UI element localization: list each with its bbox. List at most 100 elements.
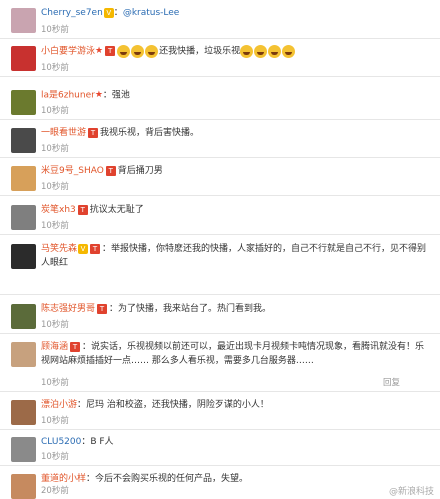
comment-body: 漂泊小游：尼玛 治和校盗，还我快播，阴险歹谋的小人！ [41,398,432,412]
comment-item: 炭笔xh3 T 抗议太无耻了 10秒前 [0,199,440,235]
username-link[interactable]: 陈志强好男哥 [41,304,95,314]
comment-item: 陈志强好男哥 T ：为了快播，我来站台了。热门看到我。 10秒前 [0,298,440,334]
timestamp: 10秒前 [41,25,69,35]
member-icon: T [105,46,116,56]
avatar[interactable] [11,304,36,329]
timestamp: 10秒前 [41,320,69,330]
username-link[interactable]: 董道的小样 [41,474,86,484]
comment-text: ：B F人 [81,437,114,447]
avatar[interactable] [11,244,36,269]
comment-item: 董道的小样：今后不会购买乐视的任何产品，失望。 20秒前 [0,468,440,499]
comment-item: 漂泊小游：尼玛 治和校盗，还我快播，阴险歹谋的小人！ 10秒前 [0,394,440,430]
comment-text: 我视乐视，背后害快播。 [100,128,200,138]
avatar[interactable] [11,342,36,367]
username-link[interactable]: 炭笔xh3 [41,205,76,215]
avatar[interactable] [11,8,36,33]
timestamp: 10秒前 [41,144,69,154]
comment-item: la是6zhuner★：强池 10秒前 [0,84,440,120]
avatar[interactable] [11,437,36,462]
comment-item: 米豆9号_SHAO T 背后捅刀男 10秒前 [0,160,440,196]
comment-item: 马笑先森 V T ：举报快播，你特麽还我的快播，人家插好的，自己不行就是自己不行，见不… [0,238,440,295]
comment-item: CLU5200：B F人 10秒前 [0,431,440,466]
avatar[interactable] [11,474,36,499]
laugh-emoji-icon [254,44,268,58]
laugh-emoji-icon [282,44,296,58]
reply-link[interactable]: 回复 [383,376,400,388]
timestamp: 10秒前 [41,63,69,73]
comment-text: ：尼玛 治和校盗，还我快播，阴险歹谋的小人！ [77,400,269,410]
comment-body: 小白要学游泳★ T 还我快播，垃圾乐视 [41,44,432,59]
comment-body: 董道的小样：今后不会购买乐视的任何产品，失望。 [41,472,432,486]
verified-icon: V [78,243,89,254]
username-link[interactable]: la是6zhuner [41,91,95,101]
username-link[interactable]: CLU5200 [41,437,81,447]
member-icon: T [77,204,88,215]
star-icon: ★ [94,90,103,100]
comment-body: 陈志强好男哥 T ：为了快播，我来站台了。热门看到我。 [41,302,432,316]
comment-item: Cherry_se7en V ：@kratus-Lee 10秒前 [0,2,440,39]
avatar[interactable] [11,46,36,71]
member-icon: T [90,243,101,254]
smile-emoji-icon [117,44,131,58]
comment-text: ：今后不会购买乐视的任何产品，失望。 [86,474,249,484]
divider [0,391,440,392]
comment-text: 还我快播，垃圾乐视 [159,46,241,57]
timestamp: 10秒前 [41,182,69,192]
divider [0,38,440,39]
divider [0,195,440,196]
comment-text: ：说实话，乐视视频以前还可以，最近出现卡月视频卡吨情况现象，看腾讯就没有！乐视网… [41,342,425,366]
avatar[interactable] [11,128,36,153]
timestamp: 10秒前 [41,452,69,462]
avatar[interactable] [11,90,36,115]
comment-body: 顾海涵 T ：说实话，乐视视频以前还可以，最近出现卡月视频卡吨情况现象，看腾讯就没有… [41,340,432,368]
comment-text: ： [113,8,123,18]
divider [0,465,440,466]
comment-item: 一眼看世游 T 我视乐视，背后害快播。 10秒前 [0,122,440,158]
divider [0,157,440,158]
username-link[interactable]: 米豆9号_SHAO [41,166,104,176]
avatar[interactable] [11,166,36,191]
comment-item: 小白要学游泳★ T 还我快播，垃圾乐视 10秒前 [0,40,440,77]
divider [0,429,440,430]
mention-link[interactable]: @kratus-Lee [123,8,180,18]
avatar[interactable] [11,400,36,425]
username-link[interactable]: 顾海涵 [41,342,68,352]
username-link[interactable]: 漂泊小游 [41,400,77,410]
member-icon: T [88,127,99,138]
member-icon: T [105,165,116,176]
divider [0,76,440,77]
comment-body: 马笑先森 V T ：举报快播，你特麽还我的快播，人家插好的，自己不行就是自己不行，见不… [41,242,432,270]
username-link[interactable]: 小白要学游泳 [41,47,95,57]
verified-icon: V [103,7,114,18]
comment-text: ：强池 [102,90,130,101]
comment-body: la是6zhuner★：强池 [41,88,432,103]
avatar[interactable] [11,205,36,230]
divider [0,119,440,120]
comment-text: 抗议太无耻了 [89,205,144,215]
comment-body: 炭笔xh3 T 抗议太无耻了 [41,203,432,217]
divider [0,294,440,295]
divider [0,333,440,334]
star-icon: ★ [95,46,104,56]
timestamp: 20秒前 [41,486,69,496]
member-icon: T [70,341,81,352]
timestamp: 10秒前 [41,221,69,231]
timestamp: 10秒前 [41,378,69,388]
smile-emoji-icon [145,44,159,58]
comment-body: CLU5200：B F人 [41,435,432,449]
timestamp: 10秒前 [41,106,69,116]
comment-text: 背后捅刀男 [117,166,163,176]
laugh-emoji-icon [268,44,282,58]
comment-body: Cherry_se7en V ：@kratus-Lee [41,6,432,20]
smile-emoji-icon [131,44,145,58]
comment-body: 一眼看世游 T 我视乐视，背后害快播。 [41,126,432,140]
username-link[interactable]: 一眼看世游 [41,128,86,138]
comment-item: 顾海涵 T ：说实话，乐视视频以前还可以，最近出现卡月视频卡吨情况现象，看腾讯就没有… [0,336,440,392]
watermark: @新浪科技 [388,487,434,497]
timestamp: 10秒前 [41,416,69,426]
username-link[interactable]: 马笑先森 [41,244,77,254]
member-icon: T [97,303,108,314]
comment-list: Cherry_se7en V ：@kratus-Lee 10秒前 小白要学游泳★ T 还我快… [0,0,440,499]
username-link[interactable]: Cherry_se7en [41,8,103,18]
comment-text: ：为了快播，我来站台了。热门看到我。 [109,304,272,314]
